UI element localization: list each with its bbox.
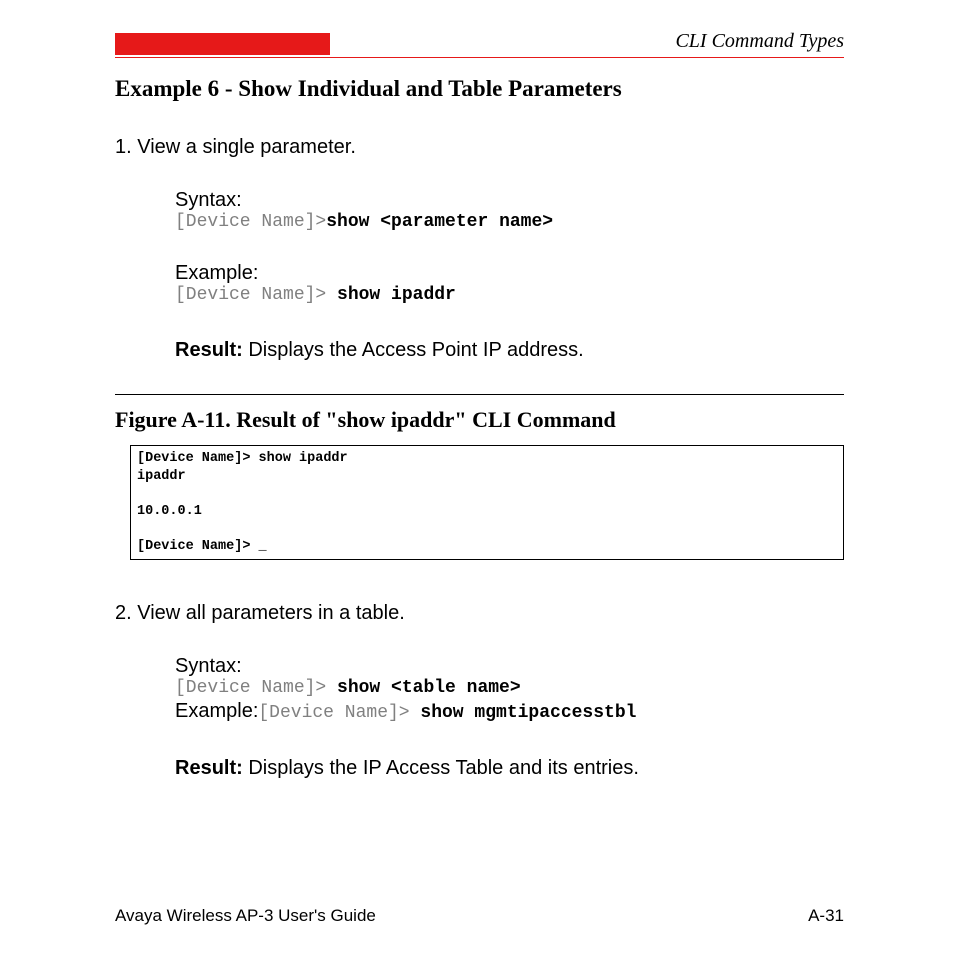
step-1-text: 1. View a single parameter.	[115, 136, 844, 159]
syntax-command: show <parameter name>	[326, 212, 553, 232]
example-heading: Example 6 - Show Individual and Table Pa…	[115, 76, 844, 102]
result-label-2: Result:	[175, 757, 243, 779]
example-label-2: Example:	[175, 700, 258, 722]
example-command: show ipaddr	[337, 285, 456, 305]
terminal-output: [Device Name]> show ipaddr ipaddr 10.0.0…	[130, 445, 844, 560]
footer-right: A-31	[808, 906, 844, 926]
syntax-prompt-2: [Device Name]>	[175, 678, 337, 698]
example-line: [Device Name]> show ipaddr	[175, 285, 844, 305]
example-prompt-2: [Device Name]>	[258, 703, 420, 723]
footer: Avaya Wireless AP-3 User's Guide A-31	[115, 906, 844, 926]
terminal-line-4: [Device Name]> _	[137, 539, 267, 554]
step-1-result: Result: Displays the Access Point IP add…	[175, 339, 844, 362]
example-inline: Example:[Device Name]> show mgmtipaccess…	[175, 700, 844, 723]
syntax-label-2: Syntax:	[175, 655, 844, 678]
figure-caption: Figure A-11. Result of "show ipaddr" CLI…	[115, 407, 844, 433]
syntax-command-2: show <table name>	[337, 678, 521, 698]
step-1-syntax-block: Syntax: [Device Name]>show <parameter na…	[175, 189, 844, 232]
red-accent-block	[115, 33, 330, 55]
result-text-2: Displays the IP Access Table and its ent…	[243, 757, 639, 779]
step-1-example-block: Example: [Device Name]> show ipaddr	[175, 262, 844, 305]
example-prompt: [Device Name]>	[175, 285, 337, 305]
terminal-line-1: [Device Name]> show ipaddr	[137, 451, 348, 466]
page-content: CLI Command Types Example 6 - Show Indiv…	[0, 0, 954, 780]
result-label: Result:	[175, 339, 243, 361]
syntax-prompt: [Device Name]>	[175, 212, 326, 232]
header-title: CLI Command Types	[330, 30, 844, 55]
divider-line	[115, 394, 844, 395]
result-text: Displays the Access Point IP address.	[243, 339, 584, 361]
syntax-line: [Device Name]>show <parameter name>	[175, 212, 844, 232]
example-label: Example:	[175, 262, 844, 285]
terminal-line-3: 10.0.0.1	[137, 504, 202, 519]
header-bar: CLI Command Types	[115, 30, 844, 58]
step-2-result: Result: Displays the IP Access Table and…	[175, 757, 844, 780]
example-command-2: show mgmtipaccesstbl	[420, 703, 636, 723]
step-2-syntax-block: Syntax: [Device Name]> show <table name>…	[175, 655, 844, 723]
syntax-line-2: [Device Name]> show <table name>	[175, 678, 844, 698]
footer-left: Avaya Wireless AP-3 User's Guide	[115, 906, 376, 926]
terminal-line-2: ipaddr	[137, 469, 186, 484]
step-2-text: 2. View all parameters in a table.	[115, 602, 844, 625]
syntax-label: Syntax:	[175, 189, 844, 212]
